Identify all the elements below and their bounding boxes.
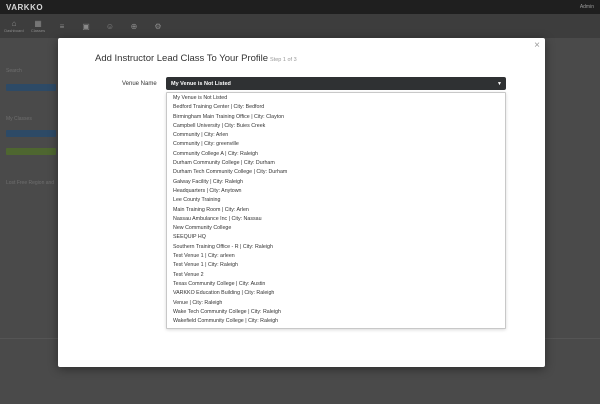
close-icon[interactable]: × xyxy=(534,41,540,51)
venue-option[interactable]: Durham Tech Community College | City: Du… xyxy=(167,168,505,177)
user-menu[interactable]: Admin xyxy=(580,4,594,10)
venue-option[interactable]: Southern Training Office - R | City: Ral… xyxy=(167,243,505,252)
venue-option[interactable]: SEEQUIP HQ xyxy=(167,233,505,242)
venue-option[interactable]: Community | City: Arlen xyxy=(167,131,505,140)
venue-option[interactable]: Test Venue 1 | City: arleen xyxy=(167,252,505,261)
bg-label-region: Lost Free Region and xyxy=(6,180,55,186)
venue-option[interactable]: Lee County Training xyxy=(167,196,505,205)
bg-classes-bar xyxy=(6,130,56,137)
nav-item-dashboard[interactable]: ⌂ Dashboard xyxy=(2,14,26,38)
people-icon: ☺ xyxy=(105,21,115,31)
venue-option[interactable]: Bedford Training Center | City: Bedford xyxy=(167,103,505,112)
venue-option[interactable]: Main Training Room | City: Arlen xyxy=(167,206,505,215)
venue-option[interactable]: Test Venue 1 | City: Raleigh xyxy=(167,261,505,270)
venue-option[interactable]: Community | City: greenville xyxy=(167,140,505,149)
nav-label: Classes xyxy=(30,28,46,33)
venue-name-label: Venue Name xyxy=(122,81,157,87)
venue-option[interactable]: Nassau Ambulance Inc | City: Nassau xyxy=(167,215,505,224)
gear-icon: ⚙ xyxy=(154,21,162,31)
bg-label-search: Search xyxy=(6,68,22,74)
venue-option[interactable]: Campbell University | City: Buies Creek xyxy=(167,122,505,131)
venue-option[interactable]: Texas Community College | City: Austin xyxy=(167,280,505,289)
home-icon: ⌂ xyxy=(11,19,17,28)
app-logo: VARKKO xyxy=(6,3,44,12)
briefcase-icon: ▣ xyxy=(82,21,90,31)
calendar-icon: ▦ xyxy=(34,19,42,28)
modal-title-text: Add Instructor Lead Class To Your Profil… xyxy=(95,53,269,64)
venue-option[interactable]: Wake Tech Community College | City: Rale… xyxy=(167,308,505,317)
bg-search-button xyxy=(6,84,56,91)
modal-title: Add Instructor Lead Class To Your Profil… xyxy=(95,53,297,64)
bg-label-classes: My Classes xyxy=(6,116,32,122)
venue-option[interactable]: VARKKO Education Building | City: Raleig… xyxy=(167,289,505,298)
venue-dropdown-list: My Venue is Not Listed Bedford Training C… xyxy=(166,92,506,329)
venue-option[interactable]: My Venue is Not Listed xyxy=(167,94,505,103)
caret-down-icon: ▼ xyxy=(497,80,502,87)
nav-label: Dashboard xyxy=(4,28,24,33)
add-class-modal: × Add Instructor Lead Class To Your Prof… xyxy=(58,38,545,367)
venue-option[interactable]: Galway Facility | City: Raleigh xyxy=(167,178,505,187)
venue-select[interactable]: My Venue is Not Listed ▼ xyxy=(166,77,506,90)
nav-item-briefcase[interactable]: ▣ xyxy=(74,14,98,38)
nav-item-add[interactable]: ⊕ xyxy=(122,14,146,38)
venue-option[interactable]: New Community College xyxy=(167,224,505,233)
venue-option[interactable]: Wakefield Community College | City: Rale… xyxy=(167,317,505,326)
venue-option[interactable]: Headquarters | City: Anytown xyxy=(167,187,505,196)
plus-icon: ⊕ xyxy=(130,21,138,31)
step-indicator: Step 1 of 3 xyxy=(270,57,297,63)
nav-item-people[interactable]: ☺ xyxy=(98,14,122,38)
venue-option[interactable]: Birmingham Main Training Office | City: … xyxy=(167,113,505,122)
list-icon: ≡ xyxy=(59,21,65,31)
main-nav: ⌂ Dashboard ▦ Classes ≡ ▣ ☺ ⊕ ⚙ xyxy=(0,14,600,38)
bg-green-bar xyxy=(6,148,56,155)
nav-item-list[interactable]: ≡ xyxy=(50,14,74,38)
nav-item-settings[interactable]: ⚙ xyxy=(146,14,170,38)
venue-option[interactable]: Venue | City: Raleigh xyxy=(167,299,505,308)
venue-option[interactable]: Test Venue 2 xyxy=(167,271,505,280)
venue-option[interactable]: Community College A | City: Raleigh xyxy=(167,150,505,159)
top-bar: VARKKO Admin xyxy=(0,0,600,14)
venue-select-value: My Venue is Not Listed xyxy=(171,80,231,87)
venue-option[interactable]: Durham Community College | City: Durham xyxy=(167,159,505,168)
top-right-menu: Admin xyxy=(568,4,594,10)
nav-item-classes[interactable]: ▦ Classes xyxy=(26,14,50,38)
